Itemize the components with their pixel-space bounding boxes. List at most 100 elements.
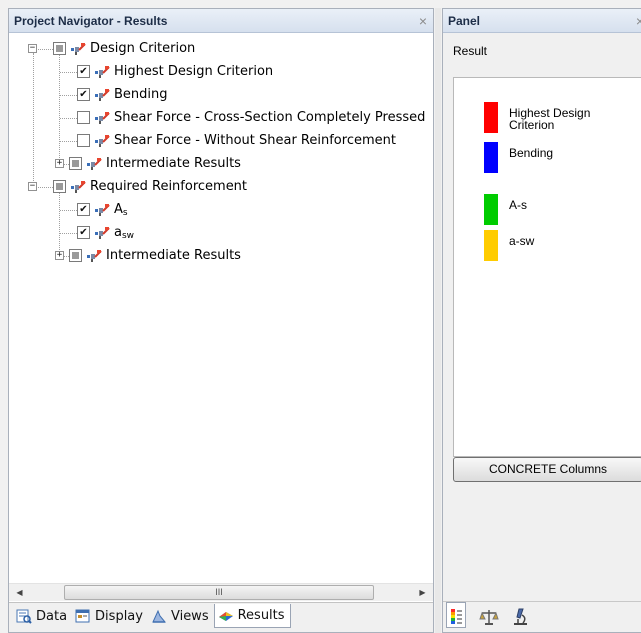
expand-icon[interactable]: + xyxy=(55,251,64,260)
checkbox-checked[interactable] xyxy=(77,203,90,216)
tree-item-text: A xyxy=(114,201,123,217)
scroll-left-arrow-icon[interactable]: ◀ xyxy=(11,584,28,601)
tree-item-text: Highest Design Criterion xyxy=(114,64,274,79)
tree-item-label: Intermediate Results xyxy=(106,156,241,171)
collapse-icon[interactable]: − xyxy=(28,182,37,191)
close-icon[interactable]: × xyxy=(419,9,427,32)
checkbox-partial[interactable] xyxy=(53,180,66,193)
tree-connector xyxy=(33,53,34,191)
result-type-icon xyxy=(95,226,110,239)
tree-group-item[interactable]: Design Criterion xyxy=(53,37,195,60)
result-type-icon xyxy=(71,180,86,193)
legend-label: A-s xyxy=(509,198,527,212)
tree-item-label: Highest Design Criterion xyxy=(114,64,273,79)
display-icon xyxy=(75,609,90,623)
balance-button[interactable] xyxy=(479,608,499,626)
tree-connector xyxy=(60,118,77,119)
result-legend: Highest Design Criterion Bending A-s a-sw xyxy=(453,77,641,457)
microscope-icon xyxy=(514,608,527,625)
panel-title-bar: Panel × xyxy=(443,9,641,33)
checkbox-partial[interactable] xyxy=(69,249,82,262)
tree-item-text: Intermediate Results xyxy=(106,248,241,263)
scroll-right-arrow-icon[interactable]: ▶ xyxy=(414,584,431,601)
color-scale-icon xyxy=(451,609,462,624)
legend-swatch xyxy=(484,230,498,261)
tree-item-text: Design Criterion xyxy=(90,41,196,56)
collapse-icon[interactable]: − xyxy=(28,44,37,53)
result-type-icon xyxy=(95,65,110,78)
tab-display-label: Display xyxy=(95,608,143,624)
tree-item-label: As xyxy=(114,202,128,218)
result-type-icon xyxy=(71,42,86,55)
tree-item[interactable]: Bending xyxy=(77,83,168,106)
tree-item-label: Shear Force - Without Shear Reinforcemen… xyxy=(114,133,396,148)
result-type-icon xyxy=(95,111,110,124)
result-type-icon xyxy=(95,88,110,101)
tree-item[interactable]: Intermediate Results xyxy=(69,244,241,267)
tree-connector xyxy=(60,95,77,96)
checkbox-checked[interactable] xyxy=(77,226,90,239)
tree-item-text: Shear Force - Without Shear Reinforcemen… xyxy=(114,133,396,148)
result-type-icon xyxy=(87,249,102,262)
panel-toolbar xyxy=(443,601,641,632)
tree-group-item[interactable]: Required Reinforcement xyxy=(53,175,247,198)
results-icon xyxy=(218,611,233,621)
result-label: Result xyxy=(453,44,488,58)
tab-views[interactable]: Views xyxy=(148,604,214,628)
legend-label: a-sw xyxy=(509,234,535,248)
tree-item[interactable]: Shear Force - Cross-Section Completely P… xyxy=(77,106,425,129)
navigator-title-bar: Project Navigator - Results × xyxy=(9,9,433,33)
tab-data-label: Data xyxy=(36,608,68,624)
pane-splitter[interactable] xyxy=(435,8,441,633)
tree-item[interactable]: Highest Design Criterion xyxy=(77,60,273,83)
scrollbar-thumb[interactable]: III xyxy=(64,585,374,600)
concrete-columns-button[interactable]: CONCRETE Columns xyxy=(453,457,641,482)
tree-connector xyxy=(60,141,77,142)
tree-item-label: Bending xyxy=(114,87,168,102)
legend-label: Highest Design Criterion xyxy=(509,106,591,132)
tree-item-label: Required Reinforcement xyxy=(90,179,247,194)
checkbox-checked[interactable] xyxy=(77,88,90,101)
navigator-tabs: Data Display Views Results xyxy=(9,602,433,632)
tab-data[interactable]: Data xyxy=(13,604,72,628)
tree-item-text: Required Reinforcement xyxy=(90,179,248,194)
checkbox-checked[interactable] xyxy=(77,65,90,78)
checkbox-unchecked[interactable] xyxy=(77,134,90,147)
tree-connector xyxy=(60,210,77,211)
close-icon[interactable]: × xyxy=(636,9,641,32)
tree-item-label: Shear Force - Cross-Section Completely P… xyxy=(114,110,425,125)
data-icon xyxy=(16,609,32,624)
microscope-button[interactable] xyxy=(511,608,531,626)
horizontal-scrollbar[interactable]: ◀ III ▶ xyxy=(9,583,433,601)
tree-item-label: Design Criterion xyxy=(90,41,195,56)
tree-item-text: Intermediate Results xyxy=(106,156,241,171)
balance-icon xyxy=(479,610,499,625)
tree-item-text: a xyxy=(114,224,122,240)
project-navigator: Project Navigator - Results × − Design Cr… xyxy=(8,8,434,633)
tree-item-label: Intermediate Results xyxy=(106,248,241,263)
legend-swatch xyxy=(484,142,498,173)
tree-item[interactable]: Shear Force - Without Shear Reinforcemen… xyxy=(77,129,396,152)
panel: Panel × Result Highest Design Criterion B… xyxy=(442,8,641,633)
tree-connector xyxy=(59,193,60,256)
tree-item[interactable]: As xyxy=(77,198,128,221)
panel-title: Panel xyxy=(448,14,481,28)
results-tree: − Design Criterion Highest Design Criterio… xyxy=(9,34,433,579)
result-type-icon xyxy=(95,134,110,147)
legend-swatch xyxy=(484,102,498,133)
tree-connector xyxy=(60,72,77,73)
checkbox-partial[interactable] xyxy=(69,157,82,170)
tree-item-text: Bending xyxy=(114,87,168,102)
color-scale-button[interactable] xyxy=(446,602,466,628)
tree-item[interactable]: Intermediate Results xyxy=(69,152,241,175)
tab-results[interactable]: Results xyxy=(213,604,291,628)
checkbox-partial[interactable] xyxy=(53,42,66,55)
checkbox-unchecked[interactable] xyxy=(77,111,90,124)
tree-item[interactable]: asw xyxy=(77,221,134,244)
legend-label: Bending xyxy=(509,146,554,160)
tab-display[interactable]: Display xyxy=(72,604,148,628)
tree-connector xyxy=(60,233,77,234)
expand-icon[interactable]: + xyxy=(55,159,64,168)
tree-connector xyxy=(38,49,53,50)
tab-views-label: Views xyxy=(170,608,209,624)
